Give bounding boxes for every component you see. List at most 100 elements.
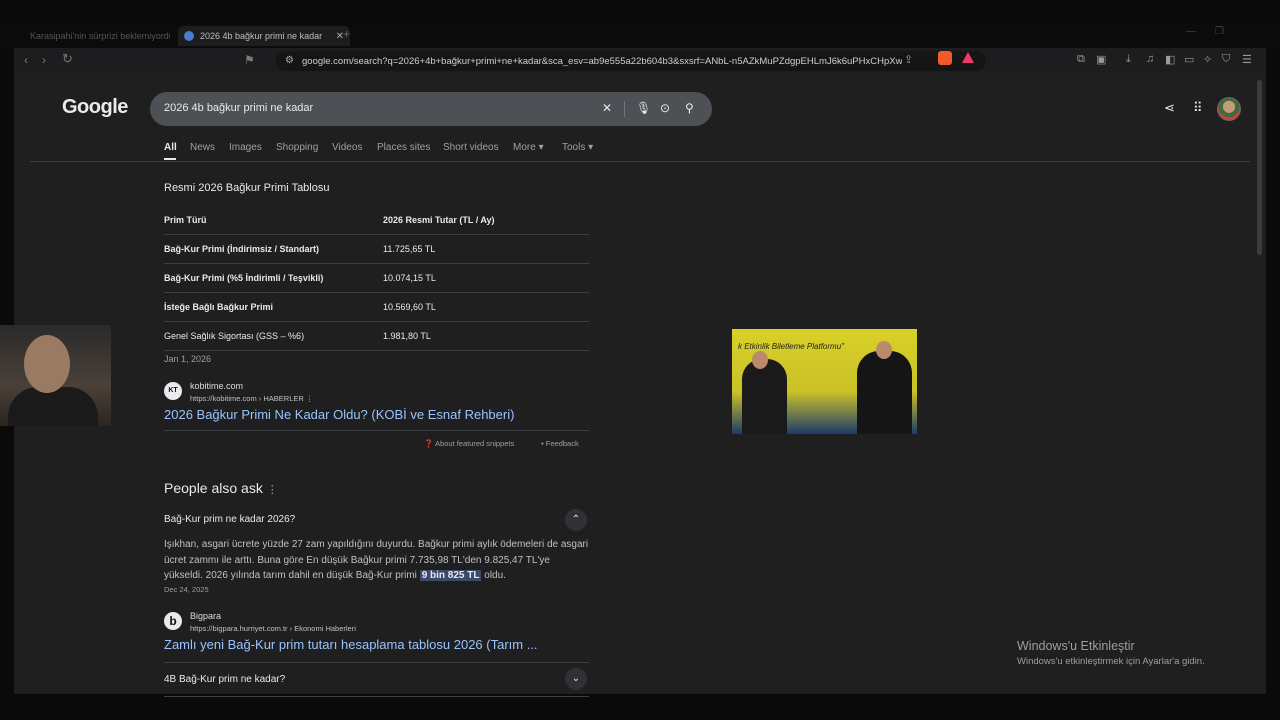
tab-tools[interactable]: Tools ▾ [562, 142, 593, 153]
table-cell: Bağ-Kur Primi (İndirimsiz / Standart) [164, 244, 320, 254]
tab-short-videos[interactable]: Short videos [443, 142, 499, 153]
feedback-link[interactable]: ▪ Feedback [541, 439, 579, 448]
site-settings-icon[interactable]: ⚙ [285, 55, 294, 66]
source-name[interactable]: kobitime.com [190, 381, 243, 391]
about-label: About featured snippets [435, 439, 515, 448]
kobitime-favicon-icon[interactable]: KT [164, 382, 182, 400]
source-url[interactable]: https://bigpara.hurriyet.com.tr › Ekonom… [190, 624, 356, 633]
paa-divider [164, 662, 589, 663]
paa-title: People also ask ⋮ [164, 480, 278, 496]
brave-rewards-icon[interactable] [962, 52, 974, 63]
tab-tools-label: Tools [562, 142, 586, 153]
tab-news[interactable]: News [190, 142, 215, 153]
tab-videos[interactable]: Videos [332, 142, 362, 153]
brave-shields-icon[interactable] [938, 51, 952, 65]
search-box[interactable]: 2026 4b bağkur primi ne kadar ✕ 🎙 ⊙ ⚲ [150, 92, 712, 126]
about-featured-snippets[interactable]: ❓ About featured snippets [424, 439, 514, 448]
answer-text: Işıkhan, asgari ücrete yüzde 27 zam yapı… [164, 539, 589, 581]
reload-icon[interactable]: ↻ [62, 51, 73, 67]
screen: Karasipahi'nin sürprizi beklemiyordu 202… [0, 0, 1280, 720]
answer-highlight: 9 bin 825 TL [419, 570, 482, 581]
person-face [752, 351, 768, 369]
sidebar-icon[interactable]: ▣ [1096, 53, 1106, 66]
browser-tab-1[interactable]: Karasipahi'nin sürprizi beklemiyordu [30, 26, 170, 46]
chevron-up-icon[interactable]: ⌃ [565, 509, 587, 531]
wallet-icon[interactable]: ▭ [1184, 53, 1194, 66]
split-view-icon[interactable]: ◧ [1165, 53, 1175, 66]
bookmark-icon[interactable]: ⚑ [244, 53, 255, 67]
leo-ai-icon[interactable]: ✧ [1203, 53, 1212, 66]
windows-activation-watermark: Windows'u Etkinleştir Windows'u etkinleş… [1017, 639, 1205, 667]
person-figure [742, 359, 787, 434]
tab-images[interactable]: Images [229, 142, 262, 153]
google-logo[interactable]: Google [62, 96, 128, 119]
share-icon[interactable]: ⋖ [1164, 100, 1175, 116]
header-divider [30, 161, 1250, 162]
music-icon[interactable]: ♫ [1146, 53, 1154, 65]
bigpara-favicon-icon[interactable]: b [164, 612, 182, 630]
more-options-icon[interactable]: ⋮ [306, 394, 314, 403]
tab-places-sites[interactable]: Places sites [377, 142, 430, 153]
active-tab-indicator [164, 158, 176, 160]
menu-icon[interactable]: ☰ [1242, 53, 1252, 66]
scrollbar[interactable] [1257, 80, 1262, 255]
source-url-text: https://kobitime.com › HABERLER [190, 394, 304, 403]
source-name[interactable]: Bigpara [190, 611, 221, 621]
person-face [876, 341, 892, 359]
table-cell: 10.074,15 TL [383, 273, 436, 283]
more-options-icon[interactable]: ⋮ [267, 484, 278, 496]
paa-question[interactable]: 4B Bağ-Kur prim ne kadar? [164, 674, 285, 685]
vpn-shield-icon[interactable]: ⛉ [1222, 53, 1230, 66]
table-header-cell: 2026 Resmi Tutar (TL / Ay) [383, 215, 495, 225]
tab-all[interactable]: All [164, 142, 177, 153]
minimize-icon[interactable]: — [1186, 26, 1196, 37]
share-icon[interactable]: ⇪ [904, 53, 913, 66]
paa-answer: Işıkhan, asgari ücrete yüzde 27 zam yapı… [164, 537, 589, 584]
clear-search-icon[interactable]: ✕ [602, 101, 612, 115]
table-row: Bağ-Kur Primi (%5 İndirimli / Teşvikli) … [164, 264, 589, 293]
snippet-title: Resmi 2026 Bağkur Primi Tablosu [164, 182, 330, 194]
search-input[interactable]: 2026 4b bağkur primi ne kadar [164, 102, 313, 114]
restore-icon[interactable]: ❐ [1215, 26, 1224, 37]
answer-date: Dec 24, 2025 [164, 585, 209, 594]
activation-title: Windows'u Etkinleştir [1017, 639, 1135, 653]
answer-text-end: oldu. [481, 570, 506, 581]
webcam-head [24, 335, 70, 393]
lens-search-icon[interactable]: ⊙ [660, 101, 670, 115]
forward-icon[interactable]: › [42, 53, 46, 67]
feedback-label: Feedback [545, 439, 579, 448]
search-divider [624, 101, 625, 117]
paa-question[interactable]: Bağ-Kur prim ne kadar 2026? [164, 514, 295, 525]
chevron-down-icon[interactable]: ⌄ [565, 668, 587, 690]
table-header-row: Prim Türü 2026 Resmi Tutar (TL / Ay) [164, 206, 589, 235]
new-tab-icon[interactable]: + [343, 27, 350, 41]
source-url[interactable]: https://kobitime.com › HABERLER ⋮ [190, 394, 313, 403]
snippet-divider [164, 430, 589, 431]
extensions-icon[interactable]: ⧉ [1077, 53, 1085, 66]
paa-title-text: People also ask [164, 480, 263, 496]
url-bar[interactable]: ⚙ google.com/search?q=2026+4b+bağkur+pri… [276, 51, 986, 71]
browser-tab-active[interactable]: 2026 4b bağkur primi ne kadar ✕ [178, 26, 350, 46]
table-cell: 10.569,60 TL [383, 302, 436, 312]
tab-shopping[interactable]: Shopping [276, 142, 318, 153]
paa-divider [164, 696, 589, 697]
table-cell: 11.725,65 TL [383, 244, 436, 254]
table-cell: 1.981,80 TL [383, 331, 431, 341]
tab-label: Karasipahi'nin sürprizi beklemiyordu [30, 31, 170, 41]
tab-more[interactable]: More ▾ [513, 142, 544, 153]
video-thumbnail[interactable]: k Etkinlik Biletleme Platformu" [732, 329, 917, 434]
activation-subtitle: Windows'u etkinleştirmek için Ayarlar'a … [1017, 656, 1205, 667]
snippet-date: Jan 1, 2026 [164, 354, 212, 364]
result-link[interactable]: Zamlı yeni Bağ-Kur prim tutarı hesaplama… [164, 637, 538, 652]
table-cell: Bağ-Kur Primi (%5 İndirimli / Teşvikli) [164, 273, 324, 283]
person-figure [857, 351, 912, 434]
table-cell: İsteğe Bağlı Bağkur Primi [164, 302, 274, 312]
back-icon[interactable]: ‹ [24, 53, 28, 67]
google-favicon-icon [184, 31, 194, 41]
avatar[interactable] [1217, 97, 1241, 121]
result-link[interactable]: 2026 Bağkur Primi Ne Kadar Oldu? (KOBİ v… [164, 407, 514, 422]
search-icon[interactable]: ⚲ [685, 101, 694, 115]
download-icon[interactable]: ⤓ [1126, 53, 1131, 66]
apps-grid-icon[interactable]: ⠿ [1193, 100, 1203, 116]
voice-search-icon[interactable]: 🎙 [636, 101, 651, 115]
